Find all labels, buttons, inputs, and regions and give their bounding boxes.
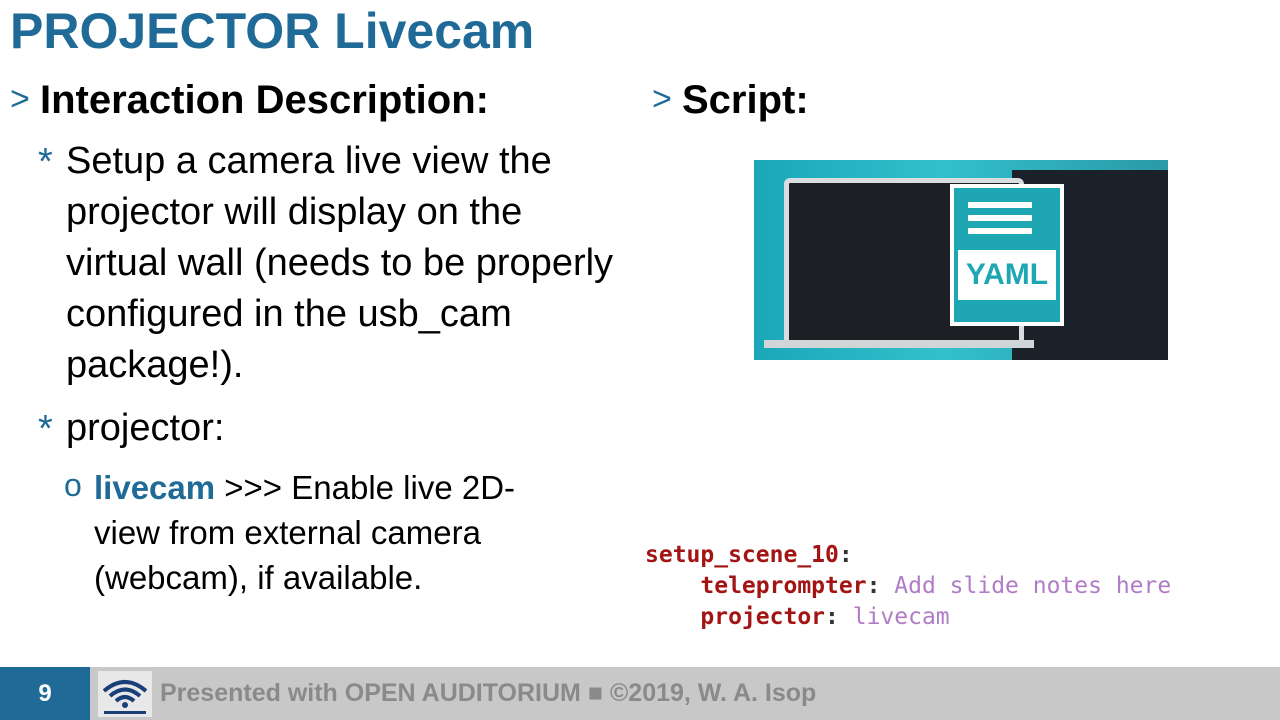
code-value: Add slide notes here [894, 573, 1172, 599]
arrow-bullet-icon: > [10, 80, 30, 118]
yaml-illustration: YAML [754, 160, 1168, 360]
slide-footer: 9 Presented with OPEN AUDITORIUM ■ ©2019… [0, 667, 1280, 720]
list-item-text: projector: [66, 407, 225, 449]
asterisk-bullet-icon: * [38, 408, 53, 450]
slide-number: 9 [0, 667, 90, 720]
code-line: setup_scene_10: [645, 540, 1255, 571]
script-heading: > Script: [652, 76, 1272, 124]
arrow-bullet-icon: > [652, 80, 672, 118]
interaction-heading-text: Interaction Description: [40, 78, 489, 122]
sub-list-item: o livecam >>> Enable live 2D-view from e… [10, 465, 630, 600]
list-item: * projector: [10, 403, 630, 455]
script-code-block: setup_scene_10: teleprompter: Add slide … [645, 540, 1255, 644]
list-item: * Setup a camera live view the projector… [10, 136, 630, 391]
sub-list-item-text: livecam >>> Enable live 2D-view from ext… [94, 465, 574, 600]
list-item-text: Setup a camera live view the projector w… [66, 140, 614, 386]
code-line: teleprompter: Add slide notes here [645, 571, 1255, 602]
footer-credit: Presented with OPEN AUDITORIUM ■ ©2019, … [160, 679, 817, 707]
script-heading-text: Script: [682, 78, 809, 122]
code-punct: : [838, 542, 853, 568]
interaction-heading: > Interaction Description: [10, 76, 630, 124]
left-column: > Interaction Description: * Setup a cam… [10, 76, 630, 600]
code-punct: : [866, 573, 895, 599]
code-key: projector [700, 604, 826, 630]
livecam-keyword: livecam [94, 469, 216, 506]
laptop-base [764, 340, 1034, 348]
code-value: livecam [852, 604, 950, 630]
circle-bullet-icon: o [64, 467, 82, 503]
asterisk-bullet-icon: * [38, 141, 53, 183]
slide-title: PROJECTOR Livecam [10, 3, 535, 59]
right-column: > Script: [652, 76, 1272, 124]
code-punct: : [825, 604, 853, 630]
code-key: teleprompter [700, 573, 867, 599]
wifi-logo-icon [98, 671, 152, 717]
code-line: projector: livecam [645, 602, 1255, 633]
yaml-label: YAML [958, 250, 1056, 300]
yaml-file-icon: YAML [950, 184, 1064, 326]
code-key: setup_scene_10 [645, 542, 839, 568]
